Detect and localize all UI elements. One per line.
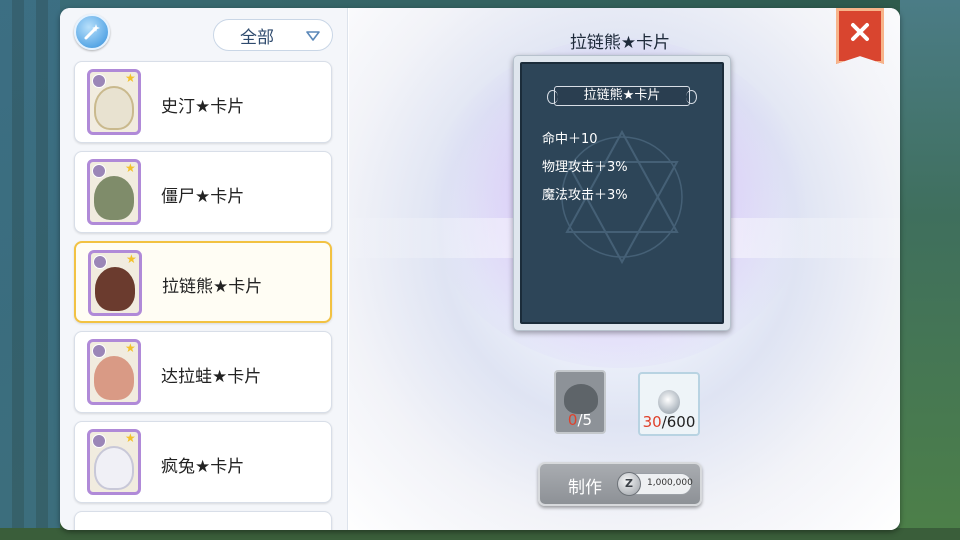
card-list-item[interactable]: ★ 僵尸★卡片 bbox=[74, 151, 332, 233]
card-list-pane: 全部 ★ 史汀★卡片 ★ 僵尸★卡片 ★ 拉链熊★卡片 ★ 达拉蛙★卡片 ★ 疯… bbox=[60, 8, 348, 530]
monster-portrait bbox=[95, 267, 135, 311]
card-name: 僵尸★卡片 bbox=[161, 187, 245, 207]
star-icon: ★ bbox=[126, 252, 137, 266]
card-craft-panel: 全部 ★ 史汀★卡片 ★ 僵尸★卡片 ★ 拉链熊★卡片 ★ 达拉蛙★卡片 ★ 疯… bbox=[60, 8, 900, 530]
card-type-icon bbox=[92, 434, 106, 448]
star-icon: ★ bbox=[125, 431, 136, 445]
card-face: 拉链熊★卡片 命中＋10 物理攻击＋3% 魔法攻击＋3% bbox=[520, 62, 724, 324]
category-filter-dropdown[interactable]: 全部 bbox=[213, 19, 333, 51]
card-type-icon bbox=[92, 344, 106, 358]
material-count: 0/5 bbox=[567, 411, 593, 429]
filter-selected-label: 全部 bbox=[240, 27, 274, 48]
card-preview: 拉链熊★卡片 命中＋10 物理攻击＋3% 魔法攻击＋3% bbox=[513, 55, 731, 331]
magic-wand-icon bbox=[84, 24, 100, 40]
card-thumbnail: ★ bbox=[87, 159, 141, 225]
craft-button-label: 制作 bbox=[568, 478, 602, 498]
card-name: 拉链熊★卡片 bbox=[162, 277, 263, 297]
card-material-icon bbox=[564, 384, 598, 414]
silver-orb-icon bbox=[658, 390, 680, 414]
background-scenery-right bbox=[900, 0, 960, 540]
card-thumbnail: ★ bbox=[87, 69, 141, 135]
monster-portrait bbox=[94, 356, 134, 400]
card-list-item-partial[interactable] bbox=[74, 511, 332, 530]
card-detail-pane: 拉链熊★卡片 拉链熊★卡片 命中＋10 物理攻击＋3% 魔法攻击＋3% 0/5 … bbox=[349, 8, 900, 530]
card-type-icon bbox=[92, 164, 106, 178]
card-name: 疯兔★卡片 bbox=[161, 457, 245, 477]
material-count: 30/600 bbox=[642, 413, 696, 431]
star-icon: ★ bbox=[125, 341, 136, 355]
material-slot-orb[interactable]: 30/600 bbox=[638, 372, 700, 436]
close-icon bbox=[851, 23, 869, 41]
card-list-item[interactable]: ★ 疯兔★卡片 bbox=[74, 421, 332, 503]
card-name: 史汀★卡片 bbox=[161, 97, 245, 117]
card-thumbnail: ★ bbox=[87, 429, 141, 495]
card-name: 达拉蛙★卡片 bbox=[161, 367, 262, 387]
card-list-item-selected[interactable]: ★ 拉链熊★卡片 bbox=[74, 241, 332, 323]
card-stat-line: 物理攻击＋3% bbox=[542, 160, 628, 175]
background-scenery-left bbox=[0, 0, 60, 540]
craft-button[interactable]: 制作 Z 1,000,000 bbox=[538, 462, 702, 506]
star-icon: ★ bbox=[125, 161, 136, 175]
card-type-icon bbox=[93, 255, 107, 269]
card-stat-line: 命中＋10 bbox=[542, 132, 598, 147]
star-icon: ★ bbox=[125, 71, 136, 85]
craft-cost-value: 1,000,000 bbox=[647, 478, 693, 488]
card-type-icon bbox=[92, 74, 106, 88]
craft-cost: Z 1,000,000 bbox=[617, 472, 693, 496]
card-name-banner: 拉链熊★卡片 bbox=[547, 86, 697, 106]
close-button[interactable] bbox=[836, 8, 884, 64]
detail-title: 拉链熊★卡片 bbox=[569, 33, 671, 53]
card-thumbnail: ★ bbox=[88, 250, 142, 316]
card-list-item[interactable]: ★ 达拉蛙★卡片 bbox=[74, 331, 332, 413]
card-stat-line: 魔法攻击＋3% bbox=[542, 188, 628, 203]
monster-portrait bbox=[94, 86, 134, 130]
magic-wand-button[interactable] bbox=[74, 14, 110, 50]
monster-portrait bbox=[94, 446, 134, 490]
card-thumbnail: ★ bbox=[87, 339, 141, 405]
zeny-coin-icon: Z bbox=[617, 472, 641, 496]
material-slot-card[interactable]: 0/5 bbox=[554, 370, 606, 434]
chevron-down-icon bbox=[306, 31, 320, 41]
monster-portrait bbox=[94, 176, 134, 220]
card-list-item[interactable]: ★ 史汀★卡片 bbox=[74, 61, 332, 143]
